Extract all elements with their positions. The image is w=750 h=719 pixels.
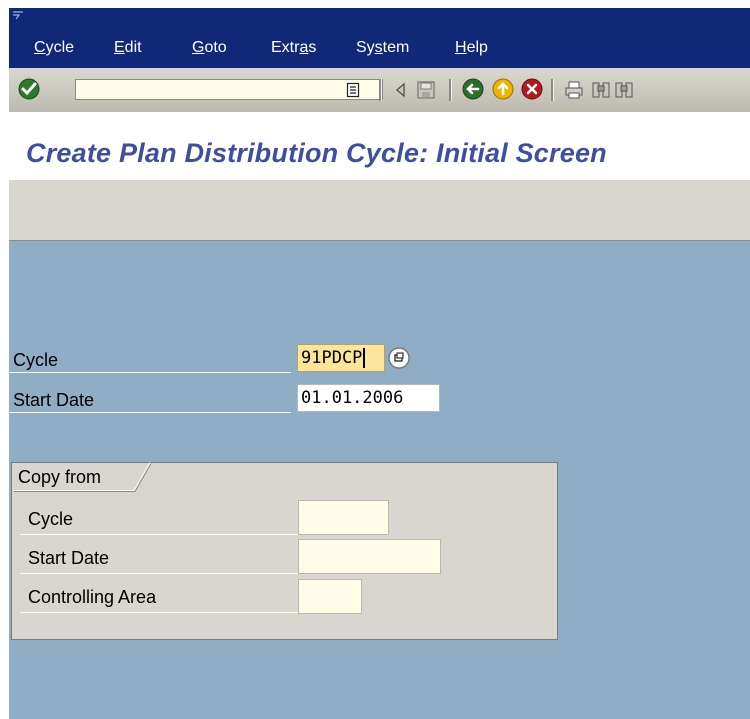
toolbar-separator <box>379 79 382 101</box>
row-divider <box>9 372 291 373</box>
back-arrow-icon[interactable] <box>387 76 415 104</box>
start-date-label: Start Date <box>13 390 95 410</box>
copy-start-date-input[interactable] <box>298 539 441 574</box>
toolbar-separator <box>449 79 452 101</box>
exit-icon[interactable] <box>489 75 517 103</box>
title-bar: Create Plan Distribution Cycle: Initial … <box>9 112 750 180</box>
page-title: Create Plan Distribution Cycle: Initial … <box>26 138 607 168</box>
text-cursor <box>363 348 366 368</box>
menu-edit[interactable]: Edit <box>114 38 142 58</box>
menu-extras[interactable]: Extras <box>271 38 316 58</box>
copy-start-date-label: Start Date <box>28 548 110 568</box>
find-icon[interactable] <box>587 76 615 104</box>
find-next-icon[interactable] <box>614 76 634 104</box>
copy-from-group: Copy from Cycle Start Date Controlling A… <box>11 462 558 640</box>
save-icon[interactable] <box>412 76 440 104</box>
value-help-icon <box>388 347 410 369</box>
copy-controlling-area-label: Controlling Area <box>28 587 157 607</box>
copy-controlling-area-input[interactable] <box>298 579 362 614</box>
menu-help[interactable]: Help <box>455 38 488 58</box>
toolbar-separator <box>551 79 554 101</box>
row-divider <box>20 612 299 613</box>
copy-cycle-label: Cycle <box>28 509 74 529</box>
enter-icon[interactable] <box>15 75 43 103</box>
system-menu-icon[interactable] <box>12 10 24 22</box>
copy-from-title: Copy from <box>18 467 102 487</box>
command-field[interactable] <box>75 79 383 100</box>
back-icon[interactable] <box>459 75 487 103</box>
menu-goto[interactable]: Goto <box>192 38 227 58</box>
application-toolbar <box>9 180 750 241</box>
start-date-input[interactable]: 01.01.2006 <box>297 384 440 412</box>
row-divider <box>9 412 291 413</box>
row-divider <box>20 534 299 535</box>
cycle-input[interactable]: 91PDCP <box>297 344 385 372</box>
sap-window: Cycle Edit Goto Extras System Help Creat… <box>9 8 750 719</box>
possible-entries-button[interactable] <box>385 344 413 372</box>
standard-toolbar <box>9 68 750 113</box>
cancel-icon[interactable] <box>518 75 546 103</box>
menu-cycle[interactable]: Cycle <box>34 38 74 58</box>
menu-system[interactable]: System <box>356 38 409 58</box>
command-history-icon[interactable] <box>339 76 367 104</box>
copy-cycle-input[interactable] <box>298 500 389 535</box>
print-icon[interactable] <box>560 76 588 104</box>
menu-bar: Cycle Edit Goto Extras System Help <box>9 8 750 68</box>
cycle-label: Cycle <box>13 350 59 370</box>
row-divider <box>20 573 299 574</box>
